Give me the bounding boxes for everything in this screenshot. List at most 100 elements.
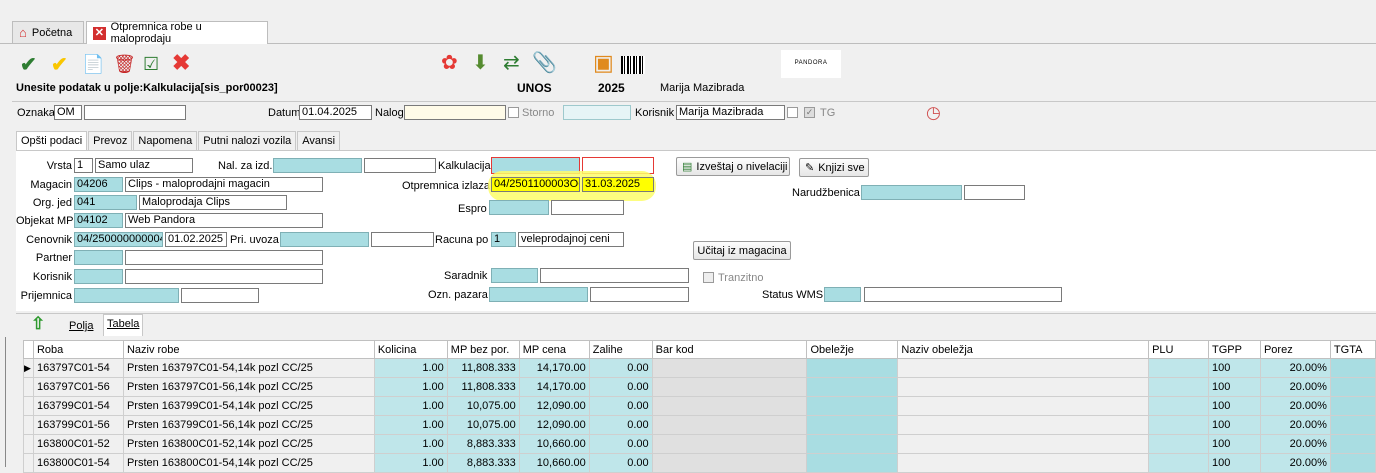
save-check-icon[interactable]: ✔ <box>20 53 37 77</box>
cell-mp-bez-por[interactable]: 10,075.00 <box>446 415 520 435</box>
cell-tgta[interactable] <box>1329 434 1376 454</box>
cancel-icon[interactable]: ✖ <box>172 51 190 75</box>
cell-naziv-obelezja[interactable] <box>897 434 1150 454</box>
col-naziv-obelezja[interactable]: Naziv obeležja <box>897 340 1150 359</box>
table-row[interactable]: 163799C01-54 Prsten 163799C01-54,14k pozl… <box>23 396 1376 416</box>
izvestaj-nivelaciji-button[interactable]: ▤ Izveštaj o nivelaciji <box>676 157 790 176</box>
cenovnik-date-field[interactable]: 01.02.2025 <box>165 232 227 247</box>
cell-naziv-robe[interactable]: Prsten 163797C01-54,14k pozl CC/25 <box>122 358 375 378</box>
org-jed-code-field[interactable]: 041 <box>74 195 137 210</box>
cell-tgpp[interactable]: 100 <box>1208 453 1261 473</box>
nalog-field[interactable] <box>404 105 506 120</box>
col-tgta[interactable]: TGTA <box>1329 340 1376 359</box>
otpremnica-izlaza-field[interactable]: 04/2501100003OC <box>491 177 580 192</box>
cell-bar-kod[interactable] <box>651 453 808 473</box>
attachment-icon[interactable]: 📎 <box>532 51 557 75</box>
tab-otpremnica[interactable]: ✕ Otpremnica robe u maloprodaju <box>86 21 268 45</box>
otpremnica-date-field[interactable]: 31.03.2025 <box>582 177 654 192</box>
col-roba[interactable]: Roba <box>32 340 124 359</box>
row-selector[interactable] <box>23 434 34 454</box>
cell-naziv-robe[interactable]: Prsten 163800C01-54,14k pozl CC/25 <box>122 453 375 473</box>
row-selector[interactable] <box>23 415 34 435</box>
subtab-opsti-podaci[interactable]: Opšti podaci <box>16 131 88 151</box>
lifebuoy-icon[interactable]: ✿ <box>441 51 458 75</box>
cell-bar-kod[interactable] <box>651 358 808 378</box>
cell-tgta[interactable] <box>1329 377 1376 397</box>
cell-tgpp[interactable]: 100 <box>1208 415 1261 435</box>
delete-document-icon[interactable]: 🗑 <box>113 52 136 76</box>
objekat-mp-name-field[interactable]: Web Pandora <box>125 213 323 228</box>
cell-naziv-obelezja[interactable] <box>897 358 1150 378</box>
cell-porez[interactable]: 20.00% <box>1259 396 1331 416</box>
cell-naziv-obelezja[interactable] <box>897 377 1150 397</box>
cell-naziv-obelezja[interactable] <box>897 453 1150 473</box>
saradnik-code-field[interactable] <box>491 268 538 283</box>
package-icon[interactable]: ▣ <box>593 51 614 75</box>
ozn-pazara-name-field[interactable] <box>590 287 689 302</box>
cell-bar-kod[interactable] <box>651 396 808 416</box>
cell-porez[interactable]: 20.00% <box>1259 377 1331 397</box>
cell-naziv-robe[interactable]: Prsten 163800C01-52,14k pozl CC/25 <box>122 434 375 454</box>
pri-uvoza-name-field[interactable] <box>371 232 434 247</box>
cell-tgta[interactable] <box>1329 453 1376 473</box>
subtab-prevoz[interactable]: Prevoz <box>88 131 133 150</box>
table-row[interactable]: 163800C01-52 Prsten 163800C01-52,14k pozl… <box>23 434 1376 454</box>
cell-porez[interactable]: 20.00% <box>1259 358 1331 378</box>
ozn-pazara-field[interactable] <box>489 287 588 302</box>
ucitaj-iz-magacina-button[interactable]: Učitaj iz magacina <box>693 241 791 260</box>
col-naziv-robe[interactable]: Naziv robe <box>122 340 375 359</box>
cell-plu[interactable] <box>1148 377 1209 397</box>
espro-name-field[interactable] <box>551 200 624 215</box>
datum-field[interactable]: 01.04.2025 <box>299 105 372 120</box>
row-pointer-icon[interactable]: ▶ <box>23 358 34 378</box>
cell-mp-bez-por[interactable]: 8,883.333 <box>446 434 520 454</box>
cell-obelezje[interactable] <box>806 377 899 397</box>
cell-tgpp[interactable]: 100 <box>1208 377 1261 397</box>
cell-obelezje[interactable] <box>806 415 899 435</box>
korisnik-header-field[interactable]: Marija Mazibrada <box>676 105 785 120</box>
cell-roba[interactable]: 163797C01-54 <box>32 358 124 378</box>
cell-naziv-robe[interactable]: Prsten 163799C01-54,14k pozl CC/25 <box>122 396 375 416</box>
korisnik-code-field[interactable] <box>74 269 123 284</box>
cell-mp-cena[interactable]: 10,660.00 <box>518 453 590 473</box>
cell-mp-bez-por[interactable]: 11,808.333 <box>446 377 520 397</box>
cell-zalihe[interactable]: 0.00 <box>588 396 653 416</box>
col-mp-bez-por[interactable]: MP bez por. <box>446 340 520 359</box>
objekat-mp-code-field[interactable]: 04102 <box>74 213 123 228</box>
nal-za-izd-name-field[interactable] <box>364 158 436 173</box>
prijemnica-field[interactable] <box>74 288 179 303</box>
cell-roba[interactable]: 163800C01-54 <box>32 453 124 473</box>
cell-kolicina[interactable]: 1.00 <box>373 453 448 473</box>
cell-tgta[interactable] <box>1329 358 1376 378</box>
magacin-code-field[interactable]: 04206 <box>74 177 123 192</box>
vrsta-code-field[interactable]: 1 <box>74 158 93 173</box>
col-porez[interactable]: Porez <box>1259 340 1331 359</box>
cell-roba[interactable]: 163797C01-56 <box>32 377 124 397</box>
cell-tgpp[interactable]: 100 <box>1208 434 1261 454</box>
cell-kolicina[interactable]: 1.00 <box>373 434 448 454</box>
col-mp-cena[interactable]: MP cena <box>518 340 590 359</box>
cell-roba[interactable]: 163799C01-54 <box>32 396 124 416</box>
up-arrow-icon[interactable]: ⇧ <box>31 314 45 334</box>
cell-plu[interactable] <box>1148 396 1209 416</box>
grid-tab-tabela[interactable]: Tabela <box>107 318 139 330</box>
cell-kolicina[interactable]: 1.00 <box>373 396 448 416</box>
cell-porez[interactable]: 20.00% <box>1259 453 1331 473</box>
table-row[interactable]: 163800C01-54 Prsten 163800C01-54,14k pozl… <box>23 453 1376 473</box>
cell-tgpp[interactable]: 100 <box>1208 358 1261 378</box>
cell-bar-kod[interactable] <box>651 415 808 435</box>
cell-naziv-obelezja[interactable] <box>897 415 1150 435</box>
cell-tgta[interactable] <box>1329 415 1376 435</box>
cell-porez[interactable]: 20.00% <box>1259 415 1331 435</box>
cell-plu[interactable] <box>1148 415 1209 435</box>
cell-zalihe[interactable]: 0.00 <box>588 358 653 378</box>
cell-mp-bez-por[interactable]: 10,075.00 <box>446 396 520 416</box>
cell-bar-kod[interactable] <box>651 377 808 397</box>
magacin-name-field[interactable]: Clips - maloprodajni magacin <box>125 177 323 192</box>
approve-document-icon[interactable]: ☑ <box>143 52 159 76</box>
cell-plu[interactable] <box>1148 453 1209 473</box>
row-selector[interactable] <box>23 396 34 416</box>
org-jed-name-field[interactable]: Maloprodaja Clips <box>139 195 287 210</box>
partner-code-field[interactable] <box>74 250 123 265</box>
cell-mp-bez-por[interactable]: 8,883.333 <box>446 453 520 473</box>
